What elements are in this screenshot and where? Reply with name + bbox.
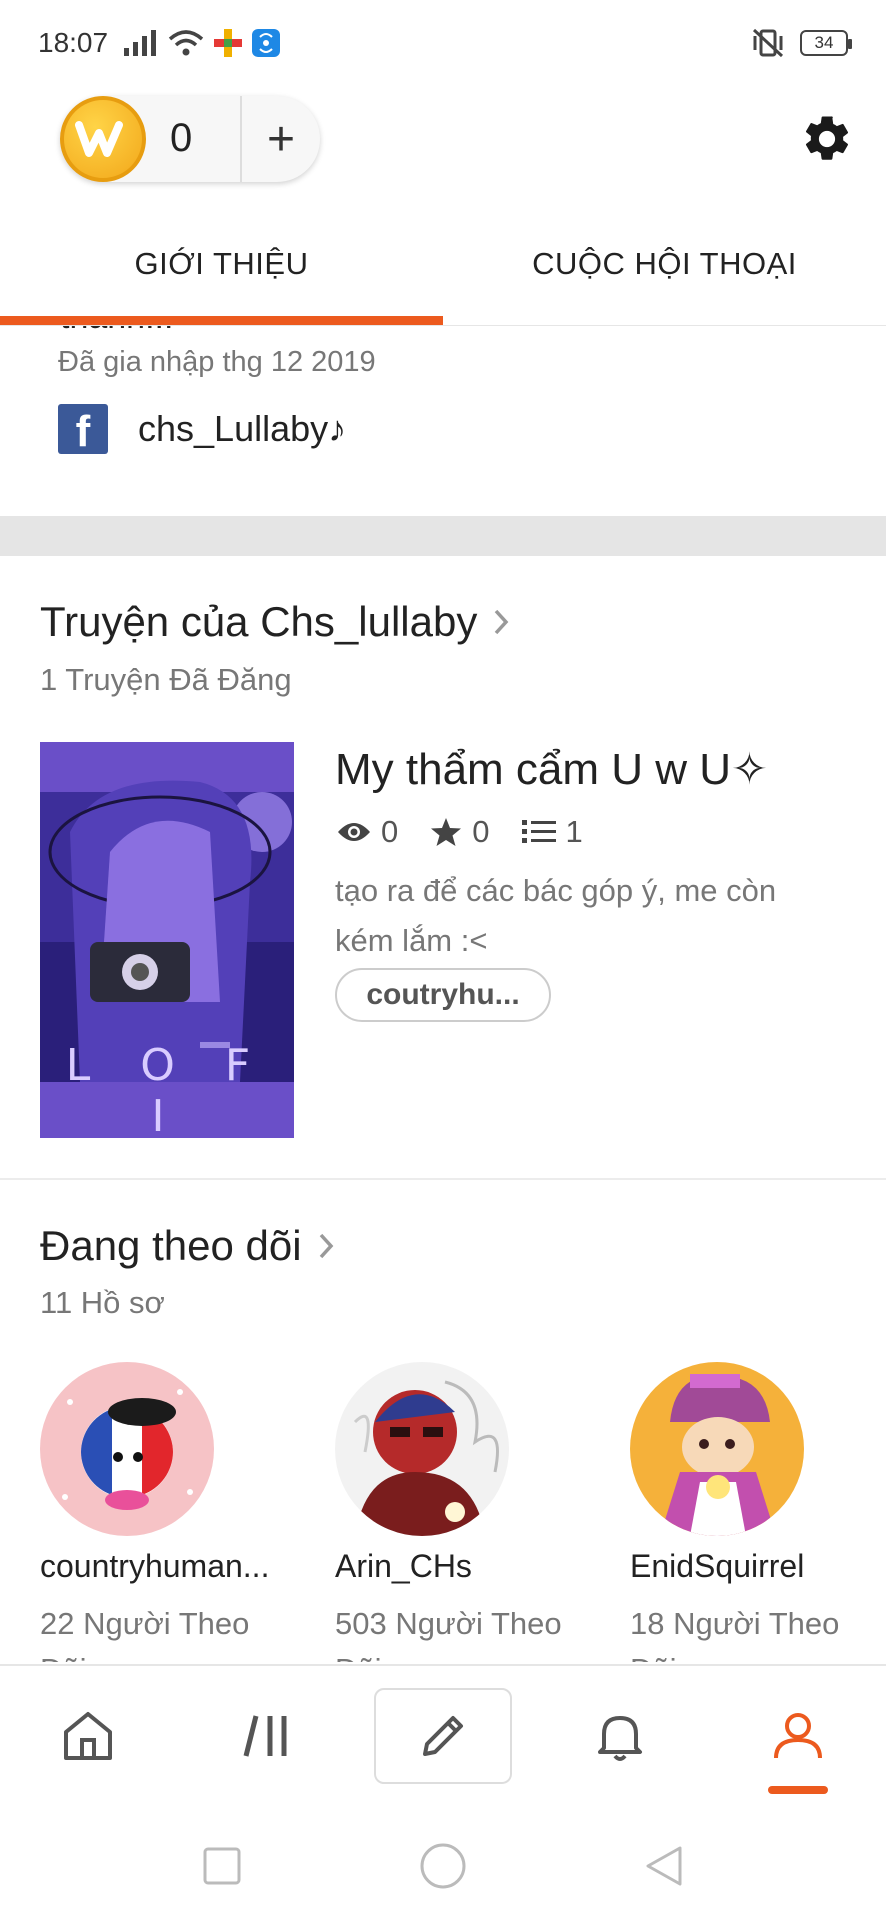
nav-notifications[interactable] xyxy=(560,1666,680,1806)
bottom-navigation xyxy=(0,1664,886,1812)
active-tab-indicator xyxy=(768,1786,828,1794)
following-profile[interactable]: countryhuman... 22 Người Theo Dõi xyxy=(40,1362,300,1662)
profile-followers: 503 Người Theo Dõi xyxy=(335,1606,562,1662)
avatar xyxy=(630,1362,804,1536)
story-stats: 0 0 1 xyxy=(337,814,615,850)
profile-tabs: GIỚI THIỆU CUỘC HỘI THOẠI xyxy=(0,222,886,326)
story-description: tạo ra để các bác góp ý, me còn kém lắm … xyxy=(335,873,777,958)
add-coins-button[interactable]: + xyxy=(242,96,320,182)
profile-name: Arin_CHs xyxy=(335,1548,472,1584)
nav-library[interactable] xyxy=(208,1666,328,1806)
gear-icon[interactable] xyxy=(800,112,854,166)
home-button[interactable] xyxy=(413,1836,473,1896)
nav-home[interactable] xyxy=(28,1666,148,1806)
list-icon xyxy=(521,820,556,843)
eye-icon xyxy=(338,823,370,841)
battery-indicator: 34 xyxy=(800,30,852,56)
story-tag[interactable]: coutryhu... xyxy=(335,968,551,1022)
recents-button[interactable] xyxy=(192,1836,252,1896)
facebook-icon: f xyxy=(58,404,108,454)
stories-header[interactable]: Truyện của Chs_lullaby xyxy=(40,598,509,646)
following-header[interactable]: Đang theo dõi xyxy=(40,1222,334,1270)
home-icon xyxy=(64,1712,112,1760)
profile-name: EnidSquirrel xyxy=(630,1548,805,1584)
story-title[interactable]: My thẩm cẩm U w U✧ xyxy=(335,744,768,795)
nav-write[interactable] xyxy=(374,1688,512,1784)
back-button[interactable] xyxy=(634,1836,694,1896)
triangle-back-icon xyxy=(646,1846,682,1886)
coin-wallet[interactable]: 0 + xyxy=(60,96,320,182)
status-bar: 18:07 34 xyxy=(0,0,886,86)
wifi-icon xyxy=(168,30,204,56)
chevron-right-icon xyxy=(319,1233,333,1259)
profile-followers: 18 Người Theo Dõi xyxy=(630,1606,840,1662)
bell-icon xyxy=(598,1716,642,1761)
stories-count: 1 Truyện Đã Đăng xyxy=(40,662,292,697)
following-list: countryhuman... 22 Người Theo Dõi Arin_C… xyxy=(0,1362,886,1662)
top-bar: 0 + xyxy=(0,92,886,184)
profile-name: countryhuman... xyxy=(40,1548,270,1584)
reads-stat: 0 xyxy=(337,814,398,850)
coin-count: 0 xyxy=(170,116,193,160)
system-navigation xyxy=(0,1812,886,1920)
section-divider-thin xyxy=(0,1178,886,1180)
app-notification-icon xyxy=(214,29,243,57)
profile-followers: 22 Người Theo Dõi xyxy=(40,1606,250,1662)
vibrate-icon xyxy=(752,28,784,58)
library-icon xyxy=(243,1715,287,1757)
votes-count: 0 xyxy=(472,814,490,849)
following-count: 11 Hồ sơ xyxy=(40,1285,165,1320)
parts-stat: 1 xyxy=(521,814,583,850)
avatar xyxy=(335,1362,509,1536)
following-profile[interactable]: EnidSquirrel 18 Người Theo Dõi xyxy=(630,1362,886,1662)
joined-date: Đã gia nhập thg 12 2019 xyxy=(58,346,376,378)
following-title: Đang theo dõi xyxy=(40,1222,302,1269)
votes-stat: 0 xyxy=(430,814,490,850)
tab-about[interactable]: GIỚI THIỆU xyxy=(0,222,443,325)
facebook-name[interactable]: chs_Lullaby♪ xyxy=(138,408,346,450)
following-profile[interactable]: Arin_CHs 503 Người Theo Dõi xyxy=(335,1362,595,1662)
hotspot-icon xyxy=(252,29,281,57)
about-cut-text: thanh... xyxy=(60,326,173,337)
section-divider xyxy=(0,516,886,556)
about-section: thanh... Đã gia nhập thg 12 2019 f chs_L… xyxy=(0,326,886,516)
star-icon xyxy=(431,818,462,846)
avatar xyxy=(40,1362,214,1536)
parts-count: 1 xyxy=(565,814,583,849)
chevron-right-icon xyxy=(495,609,509,635)
profile-icon xyxy=(774,1713,822,1759)
story-cover-text: L O F I xyxy=(65,1040,269,1138)
write-icon xyxy=(423,1716,463,1756)
signal-icon xyxy=(124,30,157,56)
story-cover[interactable]: L O F I xyxy=(40,742,294,1138)
status-time: 18:07 xyxy=(38,27,109,58)
stories-title: Truyện của Chs_lullaby xyxy=(40,598,478,645)
reads-count: 0 xyxy=(381,814,399,849)
facebook-link[interactable]: f chs_Lullaby♪ xyxy=(58,404,346,454)
tab-conversations[interactable]: CUỘC HỘI THOẠI xyxy=(443,222,886,325)
square-icon xyxy=(203,1847,241,1885)
nav-profile[interactable] xyxy=(738,1666,858,1806)
circle-icon xyxy=(420,1843,466,1889)
coin-icon xyxy=(60,96,146,182)
